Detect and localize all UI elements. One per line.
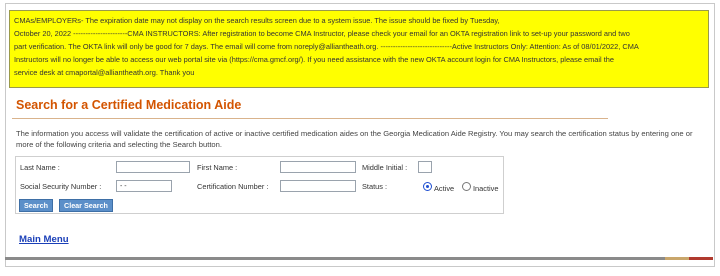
middle-initial-label: Middle Initial :	[362, 163, 408, 172]
status-label: Status :	[362, 182, 388, 191]
last-name-label: Last Name :	[20, 163, 60, 172]
certification-number-label: Certification Number :	[197, 182, 269, 191]
certification-number-input[interactable]	[280, 180, 356, 192]
notice-line: service desk at cmaportal@alliantheath.o…	[14, 68, 195, 78]
status-inactive-label: Inactive	[473, 184, 499, 193]
clear-search-button[interactable]: Clear Search	[59, 199, 113, 212]
status-active-label: Active	[434, 184, 455, 193]
page-title: Search for a Certified Medication Aide	[16, 98, 242, 112]
notice-line: October 20, 2022 ----------------------C…	[14, 29, 630, 39]
ssn-input[interactable]	[116, 180, 172, 192]
footer-bar-accent	[665, 257, 689, 260]
system-notice-banner: CMAs/EMPLOYERs- The expiration date may …	[9, 10, 709, 88]
footer-bar	[5, 257, 665, 260]
middle-initial-input[interactable]	[418, 161, 432, 173]
status-active-radio[interactable]	[423, 182, 432, 191]
first-name-input[interactable]	[280, 161, 356, 173]
first-name-label: First Name :	[197, 163, 238, 172]
notice-line: part verification. The OKTA link will on…	[14, 42, 639, 52]
search-form: Last Name : First Name : Middle Initial …	[15, 156, 504, 214]
title-divider	[12, 118, 608, 119]
status-inactive-radio[interactable]	[462, 182, 471, 191]
notice-line: Instructors will no longer be able to ac…	[14, 55, 615, 65]
notice-line: CMAs/EMPLOYERs- The expiration date may …	[14, 16, 500, 25]
search-button[interactable]: Search	[19, 199, 53, 212]
info-text: The information you access will validate…	[16, 129, 693, 149]
main-menu-link[interactable]: Main Menu	[19, 234, 69, 245]
last-name-input[interactable]	[116, 161, 190, 173]
ssn-label: Social Security Number :	[20, 182, 102, 191]
footer-bar-accent	[689, 257, 713, 260]
